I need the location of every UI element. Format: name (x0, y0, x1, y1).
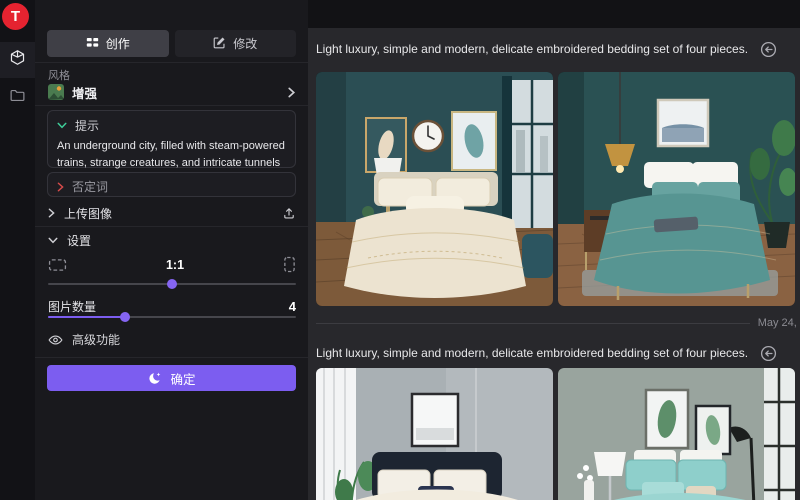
chevron-down-icon (48, 237, 58, 244)
style-section-label: 风格 (48, 67, 70, 83)
crescent-sparkle-icon (147, 371, 162, 386)
landscape-ratio-icon (48, 258, 67, 272)
generated-image[interactable] (558, 368, 795, 500)
results-feed: Light luxury, simple and modern, delicat… (308, 0, 800, 500)
divider (316, 323, 750, 324)
generation-group-header: Light luxury, simple and modern, delicat… (316, 40, 796, 58)
chevron-down-icon[interactable] (57, 122, 67, 129)
mode-tabs: 创作 修改 (47, 30, 296, 57)
aspect-ratio-value: 1:1 (76, 258, 274, 272)
rail-item-models[interactable] (0, 42, 35, 78)
prompt-box[interactable]: 提示 An underground city, filled with stea… (47, 110, 296, 168)
generation-panel: 创作 修改 风格 增强 (35, 0, 308, 500)
reuse-prompt-icon[interactable] (760, 41, 777, 58)
tab-modify[interactable]: 修改 (175, 30, 297, 57)
aspect-ratio-row: 1:1 (48, 256, 296, 273)
confirm-button[interactable]: 确定 (47, 365, 296, 391)
upload-section-label: 上传图像 (64, 205, 273, 222)
confirm-button-label: 确定 (170, 369, 195, 388)
generated-image[interactable] (558, 72, 795, 306)
generation-group-footer: May 24, 1 (316, 315, 800, 331)
cube-icon (9, 49, 26, 71)
advanced-features-label: 高级功能 (72, 331, 120, 348)
upload-image-row[interactable]: 上传图像 (48, 204, 296, 222)
negative-section-label: 否定词 (72, 178, 108, 195)
portrait-ratio-icon (283, 256, 296, 273)
style-value: 增强 (72, 83, 279, 102)
image-count-slider[interactable] (48, 312, 296, 322)
negative-prompt-box[interactable]: 否定词 (47, 172, 296, 197)
image-count-slider-thumb[interactable] (120, 312, 130, 322)
tab-modify-label: 修改 (233, 35, 257, 52)
reuse-prompt-icon[interactable] (760, 345, 777, 362)
generated-image[interactable] (316, 72, 553, 306)
app-logo[interactable]: T (2, 3, 29, 30)
top-bar (308, 0, 800, 28)
chevron-right-icon (287, 87, 296, 98)
generation-date: May 24, 1 (758, 317, 800, 329)
chevron-right-icon[interactable] (57, 182, 64, 192)
advanced-features-row[interactable]: 高级功能 (48, 331, 296, 348)
aspect-ratio-slider[interactable] (48, 279, 296, 289)
create-grid-icon (86, 36, 99, 52)
style-selector[interactable]: 增强 (48, 83, 296, 101)
tab-create-label: 创作 (106, 35, 130, 52)
settings-header[interactable]: 设置 (48, 232, 296, 248)
prompt-section-label: 提示 (75, 117, 99, 134)
edit-icon (213, 36, 226, 52)
app-rail: T (0, 0, 35, 500)
aspect-ratio-slider-thumb[interactable] (167, 279, 177, 289)
rail-item-files[interactable] (0, 80, 35, 116)
settings-section-label: 设置 (67, 232, 91, 249)
generation-prompt-text: Light luxury, simple and modern, delicat… (316, 42, 748, 56)
tab-create[interactable]: 创作 (47, 30, 169, 57)
eye-icon (48, 334, 63, 346)
style-thumbnail-icon (48, 84, 64, 100)
generation-group-header: Light luxury, simple and modern, delicat… (316, 344, 796, 362)
generation-prompt-text: Light luxury, simple and modern, delicat… (316, 346, 748, 360)
folder-icon (9, 87, 26, 109)
upload-icon[interactable] (282, 206, 296, 220)
generated-image[interactable] (316, 368, 553, 500)
chevron-right-icon (48, 208, 55, 218)
